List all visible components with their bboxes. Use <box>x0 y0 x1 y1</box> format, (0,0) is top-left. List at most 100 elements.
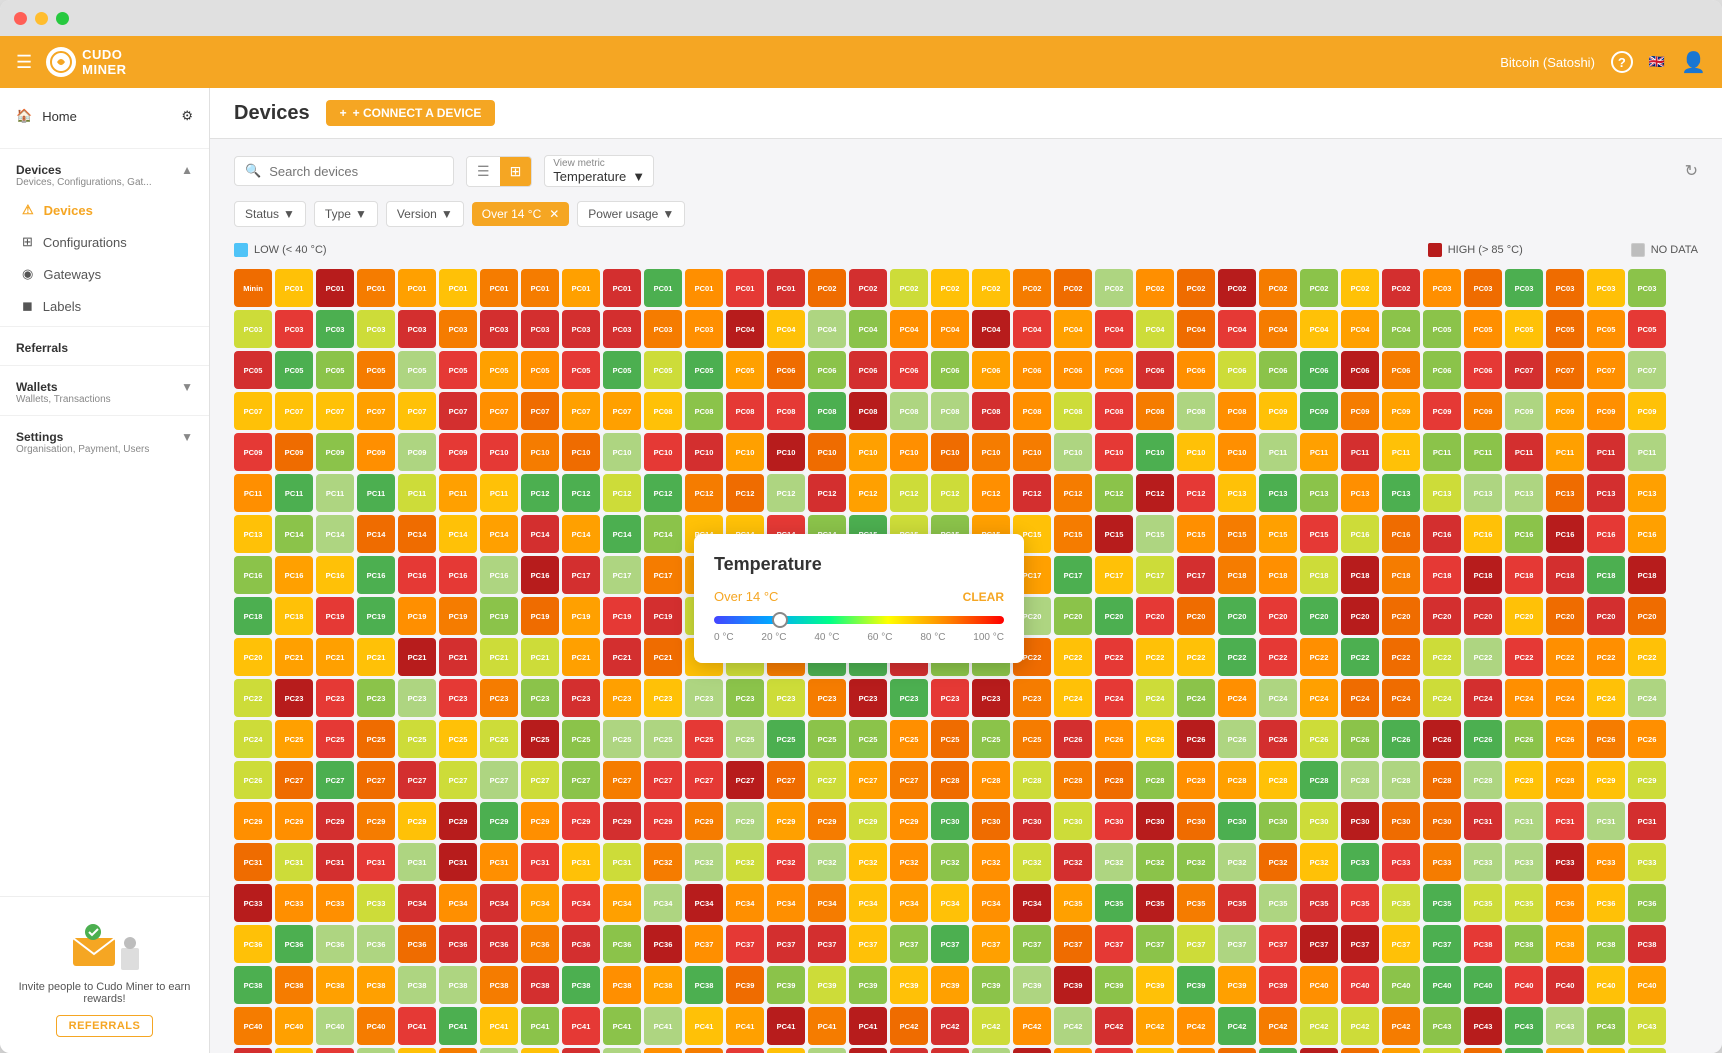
device-tile[interactable]: PC36 <box>562 925 600 963</box>
device-tile[interactable]: PC37 <box>931 925 969 963</box>
device-tile[interactable]: PC42 <box>1218 1007 1256 1045</box>
device-tile[interactable]: PC32 <box>726 843 764 881</box>
device-tile[interactable]: PC23 <box>562 679 600 717</box>
device-tile[interactable]: PC16 <box>275 556 313 594</box>
device-tile[interactable]: PC07 <box>275 392 313 430</box>
device-tile[interactable]: PC22 <box>1259 638 1297 676</box>
device-tile[interactable]: PC29 <box>562 802 600 840</box>
device-tile[interactable]: PC12 <box>562 474 600 512</box>
device-tile[interactable]: PC19 <box>603 597 641 635</box>
device-tile[interactable]: PC23 <box>480 679 518 717</box>
device-tile[interactable]: PC25 <box>644 720 682 758</box>
device-tile[interactable]: Minin <box>234 269 272 307</box>
device-tile[interactable]: PC37 <box>890 925 928 963</box>
device-tile[interactable]: PC40 <box>1546 966 1584 1004</box>
device-tile[interactable]: PC25 <box>1013 720 1051 758</box>
device-tile[interactable]: PC40 <box>1423 966 1461 1004</box>
device-tile[interactable]: PC09 <box>1382 392 1420 430</box>
device-tile[interactable]: PC24 <box>1505 679 1543 717</box>
device-tile[interactable]: PC38 <box>234 966 272 1004</box>
device-tile[interactable]: PC21 <box>644 638 682 676</box>
device-tile[interactable]: PC10 <box>808 433 846 471</box>
device-tile[interactable]: PC33 <box>357 884 395 922</box>
power-usage-filter[interactable]: Power usage ▼ <box>577 201 685 227</box>
device-tile[interactable]: PC43 <box>316 1048 354 1053</box>
device-tile[interactable]: PC04 <box>1177 310 1215 348</box>
device-tile[interactable]: PC41 <box>644 1007 682 1045</box>
device-tile[interactable]: PC38 <box>1546 925 1584 963</box>
device-tile[interactable]: PC34 <box>808 884 846 922</box>
device-tile[interactable]: PC29 <box>726 802 764 840</box>
device-tile[interactable]: PC06 <box>1423 351 1461 389</box>
device-tile[interactable]: PC22 <box>1505 638 1543 676</box>
device-tile[interactable]: PC24 <box>1177 679 1215 717</box>
device-tile[interactable]: PC04 <box>1218 310 1256 348</box>
device-tile[interactable]: PC11 <box>1464 433 1502 471</box>
device-tile[interactable]: PC12 <box>1136 474 1174 512</box>
device-tile[interactable]: PC25 <box>808 720 846 758</box>
device-tile[interactable]: PC14 <box>521 515 559 553</box>
device-tile[interactable]: PC07 <box>1546 351 1584 389</box>
device-tile[interactable]: PC31 <box>562 843 600 881</box>
device-tile[interactable]: PC22 <box>1546 638 1584 676</box>
device-tile[interactable]: PC29 <box>275 802 313 840</box>
device-tile[interactable]: PC45 <box>1423 1048 1461 1053</box>
device-tile[interactable]: PC19 <box>316 597 354 635</box>
device-tile[interactable]: PC33 <box>234 884 272 922</box>
device-tile[interactable]: PC30 <box>1177 802 1215 840</box>
device-tile[interactable]: PC24 <box>1587 679 1625 717</box>
device-tile[interactable]: PC13 <box>1300 474 1338 512</box>
device-tile[interactable]: PC26 <box>1464 720 1502 758</box>
device-tile[interactable]: PC21 <box>480 638 518 676</box>
device-tile[interactable]: PC10 <box>1054 433 1092 471</box>
device-tile[interactable]: PC30 <box>972 802 1010 840</box>
device-tile[interactable]: PC09 <box>275 433 313 471</box>
device-tile[interactable]: PC07 <box>439 392 477 430</box>
device-tile[interactable]: PC30 <box>1300 802 1338 840</box>
device-tile[interactable]: PC06 <box>1095 351 1133 389</box>
device-tile[interactable]: PC11 <box>1505 433 1543 471</box>
device-tile[interactable]: PC03 <box>480 310 518 348</box>
device-tile[interactable]: PC04 <box>1341 310 1379 348</box>
device-tile[interactable]: PC42 <box>1013 1007 1051 1045</box>
device-tile[interactable]: PC38 <box>398 966 436 1004</box>
device-tile[interactable]: PC42 <box>1300 1007 1338 1045</box>
device-tile[interactable]: PC29 <box>521 802 559 840</box>
device-tile[interactable]: PC37 <box>1095 925 1133 963</box>
device-tile[interactable]: PC34 <box>562 884 600 922</box>
device-tile[interactable]: PC06 <box>931 351 969 389</box>
device-tile[interactable]: PC05 <box>1587 310 1625 348</box>
device-tile[interactable]: PC01 <box>685 269 723 307</box>
device-tile[interactable]: PC38 <box>439 966 477 1004</box>
device-tile[interactable]: PC38 <box>562 966 600 1004</box>
device-tile[interactable]: PC07 <box>234 392 272 430</box>
device-tile[interactable]: PC36 <box>1587 884 1625 922</box>
device-tile[interactable]: PC31 <box>398 843 436 881</box>
device-tile[interactable]: PC39 <box>972 966 1010 1004</box>
device-tile[interactable]: PC40 <box>1300 966 1338 1004</box>
device-tile[interactable]: PC44 <box>890 1048 928 1053</box>
device-tile[interactable]: PC13 <box>1259 474 1297 512</box>
device-tile[interactable]: PC08 <box>1218 392 1256 430</box>
device-tile[interactable]: PC25 <box>521 720 559 758</box>
device-tile[interactable]: PC12 <box>972 474 1010 512</box>
device-tile[interactable]: PC41 <box>726 1007 764 1045</box>
search-box[interactable]: 🔍 <box>234 156 454 186</box>
device-tile[interactable]: PC39 <box>1177 966 1215 1004</box>
device-tile[interactable]: PC11 <box>1423 433 1461 471</box>
device-tile[interactable]: PC26 <box>1423 720 1461 758</box>
device-tile[interactable]: PC37 <box>1341 925 1379 963</box>
device-tile[interactable]: PC15 <box>1136 515 1174 553</box>
device-tile[interactable]: PC42 <box>931 1007 969 1045</box>
device-tile[interactable]: PC34 <box>439 884 477 922</box>
device-tile[interactable]: PC22 <box>1054 638 1092 676</box>
grid-view-button[interactable]: ⊞ <box>500 157 532 186</box>
device-tile[interactable]: PC29 <box>890 802 928 840</box>
device-tile[interactable]: PC05 <box>685 351 723 389</box>
device-tile[interactable]: PC20 <box>1218 597 1256 635</box>
device-tile[interactable]: PC24 <box>1546 679 1584 717</box>
device-tile[interactable]: PC28 <box>1013 761 1051 799</box>
device-tile[interactable]: PC34 <box>1013 884 1051 922</box>
device-tile[interactable]: PC03 <box>275 310 313 348</box>
device-tile[interactable]: PC35 <box>1464 884 1502 922</box>
